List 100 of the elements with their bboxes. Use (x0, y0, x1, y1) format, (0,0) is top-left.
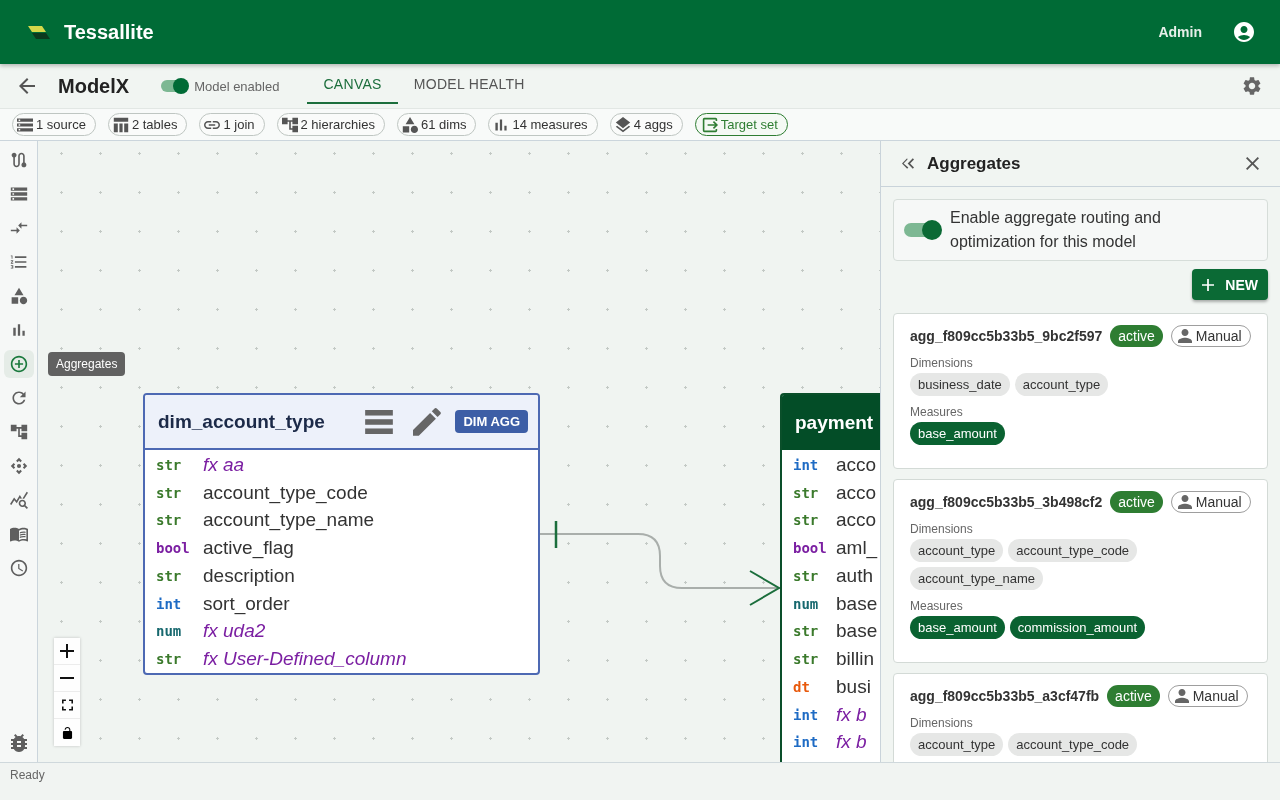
column-name: base (836, 620, 878, 643)
model-title: ModelX (58, 74, 130, 98)
table-name: payment (795, 411, 874, 434)
column-type: num (156, 623, 183, 640)
column-type: str (793, 512, 820, 529)
toggle-switch[interactable] (161, 78, 190, 94)
summary-chip[interactable]: 4 aggs (609, 113, 683, 136)
status-pill: active (1110, 325, 1163, 347)
aggregate-name: agg_f809cc5b33b5_3b498cf2 (910, 494, 1103, 510)
measure-chip: commission_amount (1009, 616, 1145, 639)
chart-search-icon (9, 491, 28, 509)
double-chevron-icon[interactable] (902, 158, 914, 169)
column-name: busi (836, 675, 871, 698)
app-name: Tessallite (64, 20, 154, 44)
status-pill: active (1107, 685, 1160, 707)
fit-view-button[interactable] (54, 692, 80, 719)
summary-chip[interactable]: 61 dims (396, 113, 477, 136)
shapes-icon (9, 287, 28, 305)
status-pill: active (1110, 491, 1163, 513)
pencil-icon[interactable] (413, 407, 442, 436)
zoom-out-button[interactable] (54, 665, 80, 692)
plus-icon (1202, 278, 1215, 291)
column-name: sort_order (203, 592, 290, 615)
logo-icon (28, 25, 50, 39)
lock-button[interactable] (54, 719, 80, 746)
user-name: Admin (1158, 24, 1202, 40)
summary-chip[interactable]: 14 measures (488, 113, 598, 136)
settings-icon[interactable] (1243, 77, 1261, 95)
column-type: str (156, 512, 183, 529)
column-type: int (793, 456, 820, 473)
origin-label: Manual (1195, 328, 1242, 344)
new-aggregate-button[interactable]: NEW (1192, 269, 1268, 300)
section-label: Dimensions (910, 521, 974, 537)
clock-icon (9, 559, 28, 577)
layers-icon (614, 116, 631, 133)
column-type: dt (793, 678, 811, 695)
column-name: fx aa (203, 453, 245, 476)
close-icon[interactable] (1246, 157, 1259, 170)
column-name: auth (836, 564, 873, 587)
unlocked-padlock-icon (61, 726, 73, 739)
column-name: aml_ (836, 537, 878, 560)
numbered-list-icon (9, 253, 28, 271)
zoom-in-button[interactable] (54, 638, 80, 665)
column-type: str (156, 567, 183, 584)
column-type: str (793, 484, 820, 501)
section-label: Dimensions (910, 715, 974, 731)
column-type: str (156, 651, 183, 668)
person-icon (1177, 495, 1192, 509)
hierarchy-icon (281, 116, 298, 133)
box-arrow-icon (701, 116, 718, 133)
tab[interactable]: MODEL HEALTH (397, 66, 541, 104)
status-text: Ready (10, 768, 45, 782)
aggregate-name: agg_f809cc5b33b5_9bc2f597 (910, 328, 1103, 344)
open-book-icon (9, 525, 28, 543)
table-icon (112, 116, 129, 133)
route-icon (9, 151, 28, 169)
table-badge: DIM AGG (455, 410, 528, 433)
column-type: int (793, 706, 820, 723)
summary-chip[interactable]: 1 join (199, 113, 265, 136)
dimension-chip: business_date (910, 373, 1010, 396)
column-type: int (156, 595, 183, 612)
column-name: acco (836, 509, 877, 532)
column-type: bool (156, 540, 191, 557)
fit-view-icon (61, 699, 73, 711)
column-name: account_type_code (203, 481, 368, 504)
column-type: str (793, 623, 820, 640)
dimension-chip: account_type_code (1008, 733, 1138, 756)
bug-icon (9, 734, 28, 752)
summary-chip[interactable]: 2 hierarchies (276, 113, 385, 136)
column-name: fx uda2 (203, 620, 266, 643)
tab[interactable]: CANVAS (307, 66, 398, 104)
toggle-label: Model enabled (194, 78, 280, 94)
column-name: active_flag (203, 537, 294, 560)
dimension-chip: account_type_code (1008, 539, 1138, 562)
table-name: dim_account_type (158, 410, 325, 433)
column-name: acco (836, 481, 877, 504)
column-type: str (156, 456, 183, 473)
column-name: billin (836, 648, 875, 671)
column-name: fx b (836, 731, 867, 754)
measure-chip: base_amount (910, 422, 1005, 445)
account-icon[interactable] (1234, 22, 1254, 42)
sidebar-item[interactable] (3, 350, 34, 378)
measure-chip: base_amount (910, 616, 1005, 639)
person-icon (1177, 329, 1192, 343)
dimension-chip: account_type (910, 539, 1004, 562)
column-name: base (836, 592, 878, 615)
section-label: Measures (910, 404, 964, 420)
section-label: Measures (910, 598, 964, 614)
summary-chip[interactable]: 2 tables (107, 113, 188, 136)
column-name: fx b (836, 703, 867, 726)
toggle-label: Enable aggregate routing and optimization for this model (950, 208, 1162, 252)
summary-chip[interactable]: 1 source (12, 113, 96, 136)
toggle-switch[interactable] (904, 220, 942, 240)
columns-list-icon[interactable] (365, 409, 394, 434)
summary-chip[interactable]: Target set (694, 113, 788, 136)
column-type: num (793, 595, 820, 612)
dimension-chip: account_type (1014, 373, 1109, 396)
back-arrow-icon[interactable] (19, 78, 35, 94)
section-label: Dimensions (910, 355, 974, 371)
column-type: str (793, 567, 820, 584)
